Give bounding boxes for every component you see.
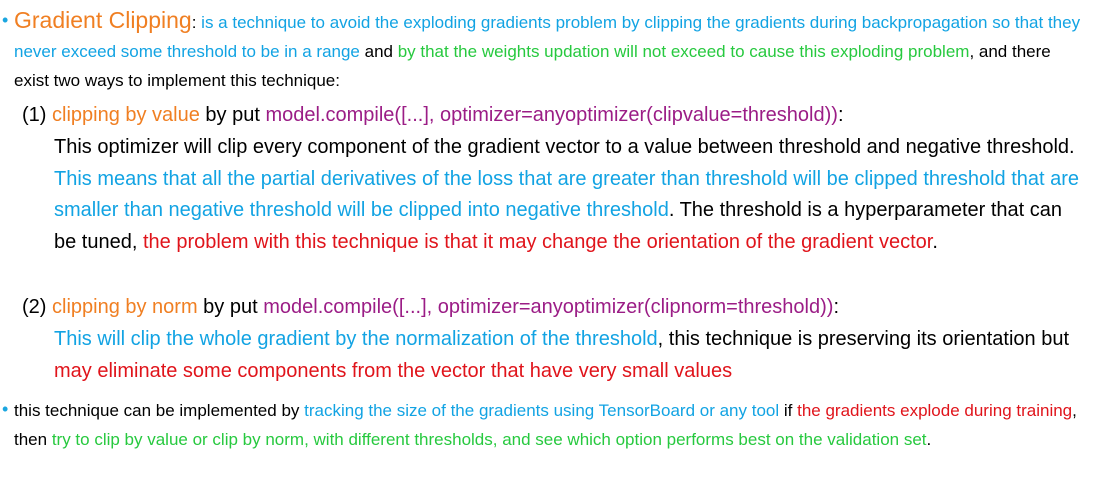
- item2-code: model.compile([...], optimizer=anyoptimi…: [263, 296, 834, 318]
- section-title: Gradient Clipping: [14, 7, 192, 33]
- last-seg-4: the gradients explode during training: [797, 401, 1073, 420]
- item2-body-3: may eliminate some components from the v…: [54, 359, 733, 382]
- item1-body-5: .: [932, 230, 938, 253]
- last-seg-6: try to clip by value or clip by norm, wi…: [51, 430, 927, 449]
- item2-body-2: , this technique is preserving its orien…: [657, 328, 1069, 350]
- item2-by-put: by put: [197, 296, 264, 318]
- item1-name: clipping by value: [52, 104, 200, 126]
- last-seg-1: this technique can be implemented by: [14, 401, 305, 420]
- item1-body-1: This optimizer will clip every component…: [54, 136, 1075, 158]
- last-seg-3: if: [779, 401, 798, 420]
- item1-code: model.compile([...], optimizer=anyoptimi…: [265, 104, 838, 126]
- slide-page: • Gradient Clipping: is a technique to a…: [0, 0, 1096, 492]
- implementation-paragraph: this technique can be implemented by tra…: [14, 396, 1088, 454]
- item1-body-4: the problem with this technique is that …: [142, 230, 933, 253]
- item1-colon: :: [837, 104, 844, 126]
- item2-name: clipping by norm: [52, 296, 198, 318]
- intro-effect: by that the weights updation will not ex…: [397, 42, 970, 61]
- intro-and: and: [359, 42, 398, 61]
- last-seg-7: .: [926, 430, 932, 449]
- item1-body: This optimizer will clip every component…: [54, 132, 1088, 258]
- bullet-dot-icon: •: [2, 10, 9, 30]
- item2-heading: (2) clipping by norm by put model.compil…: [22, 292, 1082, 324]
- item2-colon: :: [833, 296, 840, 318]
- item1-number: (1): [22, 104, 52, 126]
- last-seg-2: tracking the size of the gradients using…: [304, 401, 780, 420]
- item2-body: This will clip the whole gradient by the…: [54, 324, 1094, 387]
- item1-by-put: by put: [199, 104, 266, 126]
- item2-number: (2): [22, 296, 52, 318]
- item1-heading: (1) clipping by value by put model.compi…: [22, 100, 1082, 132]
- bullet-dot-icon: •: [2, 399, 9, 419]
- item2-body-1: This will clip the whole gradient by the…: [54, 328, 658, 350]
- intro-paragraph: Gradient Clipping: is a technique to avo…: [14, 6, 1088, 95]
